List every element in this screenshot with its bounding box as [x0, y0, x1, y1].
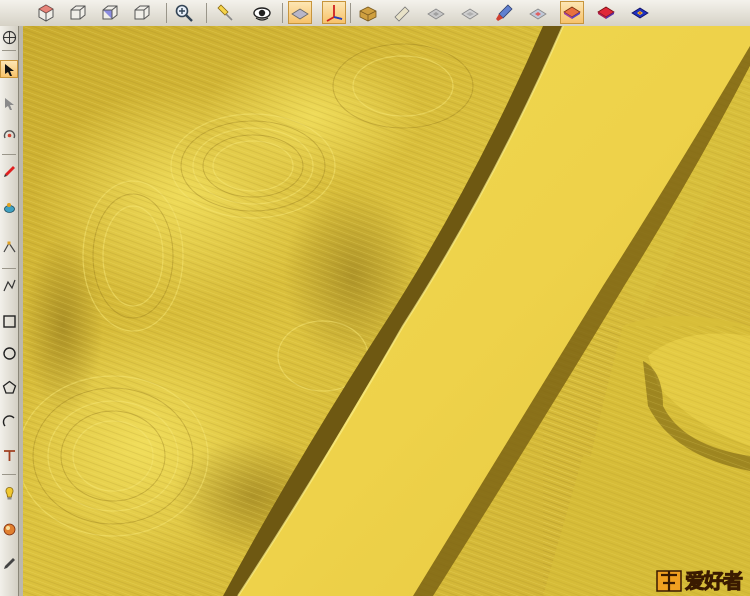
watermark-logo: 爱好者 [655, 564, 744, 594]
paint-icon[interactable] [0, 198, 18, 216]
light-icon[interactable] [214, 1, 238, 24]
axis-icon[interactable] [322, 1, 346, 24]
relief-tool-icon[interactable] [390, 1, 414, 24]
rectangle-icon[interactable] [0, 312, 18, 330]
select-arrow-icon[interactable] [0, 60, 18, 78]
view-iso-icon[interactable] [34, 1, 58, 24]
globe-icon[interactable] [0, 28, 18, 46]
view-top-icon[interactable] [130, 1, 154, 24]
red-pen-icon[interactable] [0, 162, 18, 180]
polyline-icon[interactable] [0, 276, 18, 294]
move-arrow-icon[interactable] [0, 94, 18, 112]
zoom-icon[interactable] [172, 1, 196, 24]
red-blue-relief-icon[interactable] [628, 1, 652, 24]
red-relief-icon[interactable] [594, 1, 618, 24]
rotate-node-icon[interactable] [0, 126, 18, 144]
color-relief-icon[interactable] [526, 1, 550, 24]
pencil-icon[interactable] [0, 554, 18, 572]
left-tool-strip [0, 26, 19, 596]
relief-plane-icon[interactable] [458, 1, 482, 24]
main-toolbar [0, 0, 750, 27]
box-relief-icon[interactable] [356, 1, 380, 24]
relief-viewport[interactable] [23, 26, 750, 596]
color-icon[interactable] [0, 520, 18, 538]
polygon-icon[interactable] [0, 378, 18, 396]
bulb-icon[interactable] [0, 484, 18, 502]
relief-grey-icon[interactable] [424, 1, 448, 24]
watermark-text: 爱好者 [685, 568, 744, 593]
arc-icon[interactable] [0, 412, 18, 430]
plane-icon[interactable] [288, 1, 312, 24]
view-front-icon[interactable] [66, 1, 90, 24]
brush-icon[interactable] [492, 1, 516, 24]
view-right-icon[interactable] [98, 1, 122, 24]
logo-mark-icon [656, 570, 682, 592]
node-edit-icon[interactable] [0, 238, 18, 256]
circle-icon[interactable] [0, 344, 18, 362]
shaded-relief-icon[interactable] [560, 1, 584, 24]
relief-canvas [23, 26, 750, 596]
eye-icon[interactable] [250, 1, 274, 24]
text-icon[interactable] [0, 446, 18, 464]
